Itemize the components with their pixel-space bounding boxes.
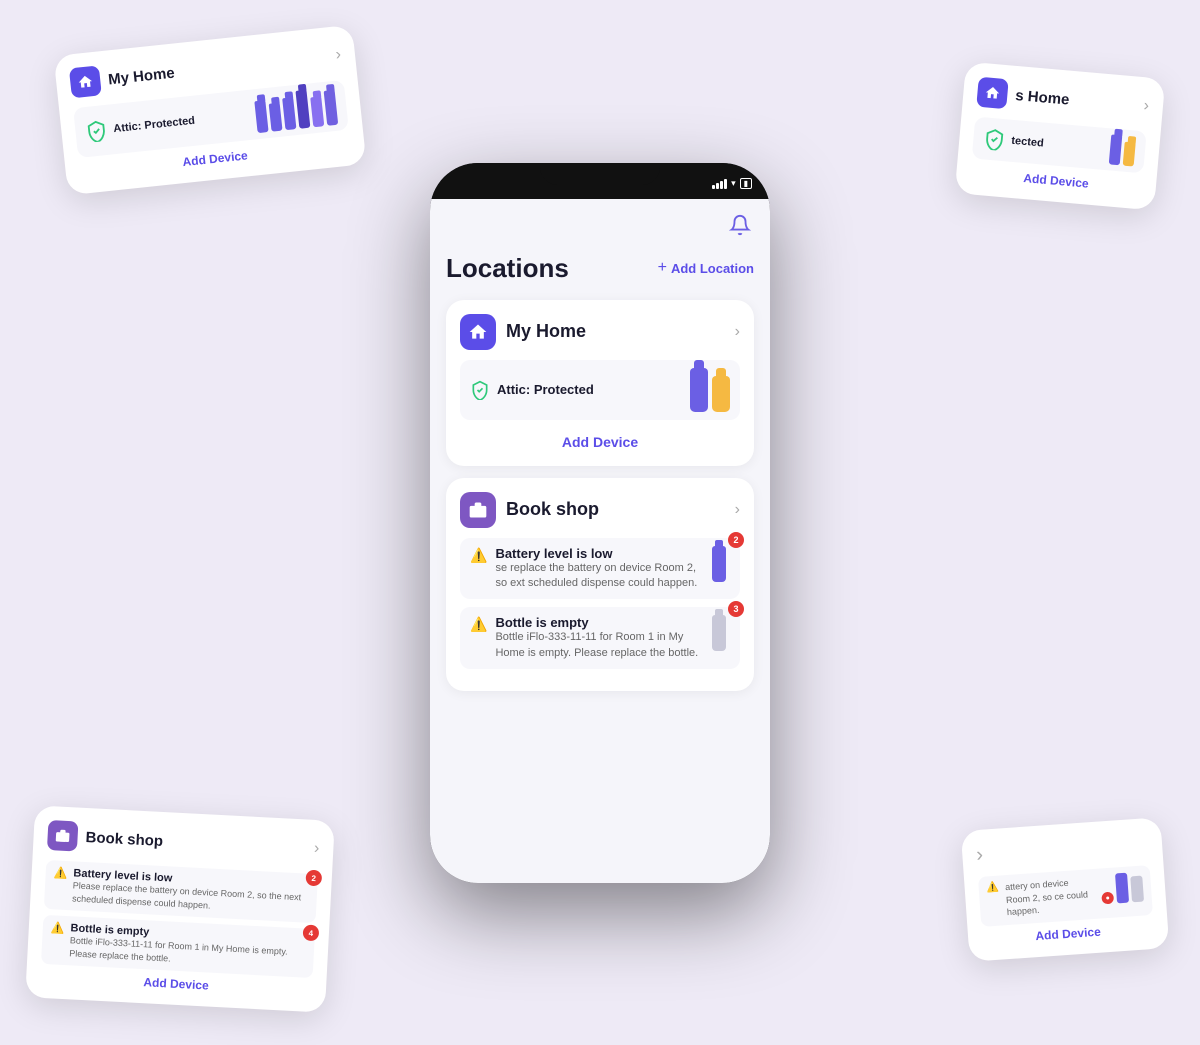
float-bl-header: Book shop ›: [47, 820, 320, 864]
float-bl-badge-2: 4: [303, 924, 320, 941]
float-br-badge: ●: [1101, 892, 1114, 905]
float-card-bottom-right: › ⚠️ attery on device Room 2, so ce coul…: [961, 817, 1170, 961]
my-home-icon-box: [460, 314, 496, 350]
float-card-top-left: My Home › Attic: Protected Add Device: [54, 25, 367, 196]
my-home-name: My Home: [506, 321, 586, 342]
alert-1-title: Battery level is low: [495, 546, 700, 561]
float-bl-name: Book shop: [85, 828, 163, 849]
home-device-icons: [690, 368, 730, 412]
float-br-header: ›: [976, 832, 1149, 867]
float-home-icon-box: [69, 65, 102, 98]
my-home-card: My Home › Attic: Protected: [446, 300, 754, 466]
home-icon-main: [468, 322, 488, 342]
float-bl-warn-1: ⚠️: [53, 866, 67, 880]
home-status-text: Attic: Protected: [497, 382, 594, 397]
my-home-add-device-btn[interactable]: Add Device: [460, 430, 740, 452]
float-bl-chevron: ›: [314, 840, 320, 858]
alert-1-device: [708, 546, 730, 582]
shop-icon: [468, 500, 488, 520]
screen-header: [446, 211, 754, 239]
float-br-chevron: ›: [976, 844, 984, 867]
book-shop-icon-box: [460, 492, 496, 528]
phone-screen: Locations + Add Location My Home: [430, 199, 770, 883]
float-br-alert: ⚠️ attery on device Room 2, so ce could …: [978, 865, 1153, 927]
float-card-name: My Home: [107, 64, 175, 88]
book-shop-header[interactable]: Book shop ›: [460, 492, 740, 528]
float-tr-status: tected: [972, 117, 1147, 174]
float-bl-badge-1: 2: [305, 869, 322, 886]
float-tr-devices: [1109, 134, 1137, 166]
signal-icon: [712, 179, 727, 189]
float-bl-alert-2: ⚠️ Bottle is empty Bottle iFlo-333-11-11…: [41, 915, 315, 978]
alert-2-body: Bottle iFlo-333-11-11 for Room 1 in My H…: [495, 630, 700, 661]
float-br-warn: ⚠️: [986, 882, 999, 894]
float-br-bottle-1: [1115, 873, 1129, 904]
status-bar: ▾ ▮: [430, 163, 770, 199]
my-home-status-row: Attic: Protected: [460, 360, 740, 420]
locations-header: Locations + Add Location: [446, 253, 754, 284]
float-bl-shop-icon: [47, 820, 79, 852]
float-bl-alert-1: ⚠️ Battery level is low Please replace t…: [44, 860, 318, 923]
my-home-card-header[interactable]: My Home ›: [460, 314, 740, 350]
float-tr-name: s Home: [1015, 86, 1070, 108]
float-br-alert-body: attery on device Room 2, so ce could hap…: [1005, 875, 1097, 919]
warning-icon-1: ⚠️: [470, 547, 487, 564]
chevron-icon: ›: [335, 46, 342, 64]
float-tr-status-text: tected: [1011, 135, 1044, 150]
alert-1-badge: 2: [728, 532, 744, 548]
float-status-text: Attic: Protected: [113, 115, 196, 135]
float-devices: [254, 87, 339, 133]
bell-icon: [729, 214, 751, 236]
float-bl-warn-2: ⚠️: [51, 921, 65, 935]
alert-1-body: se replace the battery on device Room 2,…: [495, 561, 700, 592]
screen-content: Locations + Add Location My Home: [430, 199, 770, 883]
bell-button[interactable]: [726, 211, 754, 239]
chevron-icon-tr: ›: [1143, 97, 1150, 115]
add-location-button[interactable]: + Add Location: [658, 259, 754, 277]
my-home-chevron: ›: [735, 323, 740, 341]
book-shop-alert-1: ⚠️ Battery level is low se replace the b…: [460, 538, 740, 600]
shield-check-icon-tr: [983, 127, 1007, 151]
warning-icon-2: ⚠️: [470, 616, 487, 633]
alert-2-badge: 3: [728, 601, 744, 617]
shop-icon-bl: [54, 827, 71, 844]
home-icon-tr: [984, 84, 1001, 101]
book-shop-alert-2: ⚠️ Bottle is empty Bottle iFlo-333-11-11…: [460, 607, 740, 669]
notch: [540, 163, 660, 185]
book-shop-chevron: ›: [735, 501, 740, 519]
float-card-bottom-left: Book shop › ⚠️ Battery level is low Plea…: [25, 805, 335, 1013]
battery-icon: ▮: [740, 178, 752, 189]
phone-frame: ▾ ▮ Locations + Add Location: [430, 163, 770, 883]
add-location-label: Add Location: [671, 261, 754, 276]
float-card-tr-header: s Home ›: [976, 77, 1150, 122]
page-title: Locations: [446, 253, 569, 284]
book-shop-card: Book shop › ⚠️ Battery level is low se r…: [446, 478, 754, 692]
float-tr-home-icon-box: [976, 77, 1009, 110]
alert-2-device: [708, 615, 730, 651]
wifi-icon: ▾: [731, 178, 736, 189]
status-icons: ▾ ▮: [712, 178, 752, 189]
shield-check-icon: [84, 119, 108, 143]
book-shop-name: Book shop: [506, 499, 599, 520]
plus-icon: +: [658, 259, 667, 277]
float-br-bottle-2: [1130, 876, 1144, 903]
alert-2-title: Bottle is empty: [495, 615, 700, 630]
float-card-top-right: s Home › tected Add Device: [955, 62, 1166, 211]
shield-icon-home: [470, 380, 490, 400]
home-icon: [77, 73, 95, 91]
